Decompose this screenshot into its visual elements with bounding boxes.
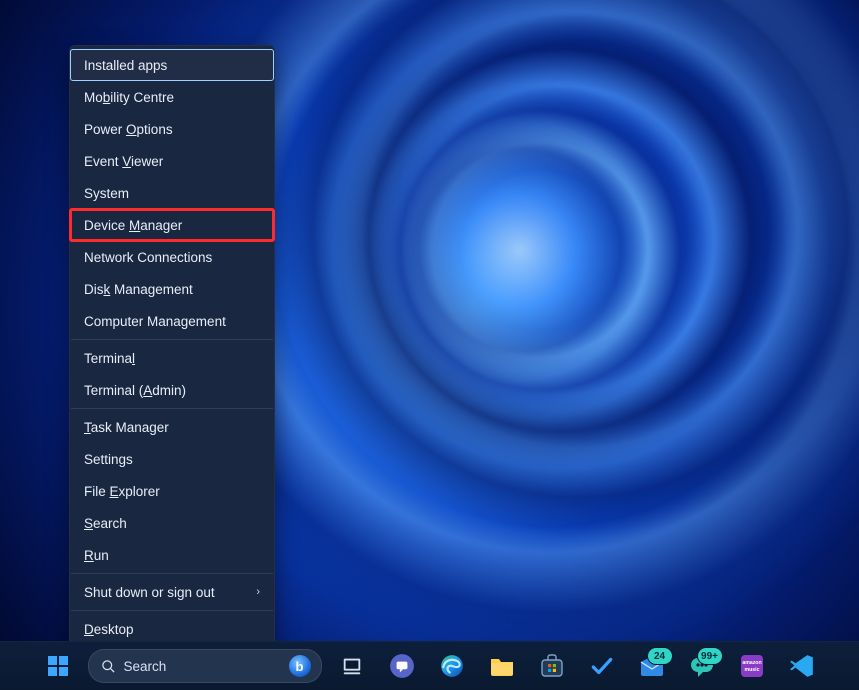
menu-item-shutdown[interactable]: Shut down or sign out ›	[70, 576, 274, 608]
svg-text:amazon: amazon	[742, 660, 761, 666]
vscode-button[interactable]	[782, 646, 822, 686]
mail-badge: 24	[648, 648, 672, 664]
menu-item-label: Event Viewer	[84, 154, 163, 169]
start-button[interactable]	[38, 646, 78, 686]
task-view-button[interactable]	[332, 646, 372, 686]
menu-item-label: Search	[84, 516, 127, 531]
menu-item-label: Shut down or sign out	[84, 585, 215, 600]
chevron-right-icon: ›	[256, 586, 260, 598]
menu-item-label: File Explorer	[84, 484, 160, 499]
menu-item-label: Computer Management	[84, 314, 226, 329]
amazon-music-button[interactable]: amazon music	[732, 646, 772, 686]
menu-item-event-viewer[interactable]: Event Viewer	[70, 145, 274, 177]
menu-item-settings[interactable]: Settings	[70, 443, 274, 475]
chat-button[interactable]	[382, 646, 422, 686]
menu-item-label: Run	[84, 548, 109, 563]
search-placeholder: Search	[124, 659, 167, 674]
menu-item-file-explorer[interactable]: File Explorer	[70, 475, 274, 507]
menu-item-disk-management[interactable]: Disk Management	[70, 273, 274, 305]
todo-button[interactable]	[582, 646, 622, 686]
menu-item-label: System	[84, 186, 129, 201]
menu-item-installed-apps[interactable]: Installed apps	[70, 49, 274, 81]
menu-item-system[interactable]: System	[70, 177, 274, 209]
microsoft-store-button[interactable]	[532, 646, 572, 686]
svg-text:music: music	[744, 667, 759, 673]
menu-item-label: Installed apps	[84, 58, 167, 73]
menu-separator	[71, 339, 273, 340]
menu-item-label: Disk Management	[84, 282, 193, 297]
menu-item-label: Task Manager	[84, 420, 169, 435]
menu-item-label: Desktop	[84, 622, 134, 637]
menu-item-network-connections[interactable]: Network Connections	[70, 241, 274, 273]
search-icon	[101, 659, 116, 674]
mail-button[interactable]: 24	[632, 646, 672, 686]
menu-item-label: Device Manager	[84, 218, 182, 233]
menu-item-label: Settings	[84, 452, 133, 467]
taskbar-search[interactable]: Search b	[88, 649, 322, 683]
menu-item-power-options[interactable]: Power Options	[70, 113, 274, 145]
file-explorer-button[interactable]	[482, 646, 522, 686]
menu-item-label: Mobility Centre	[84, 90, 174, 105]
teams-badge: 99+	[698, 648, 722, 664]
menu-item-task-manager[interactable]: Task Manager	[70, 411, 274, 443]
taskbar: Search b	[0, 641, 859, 690]
menu-item-mobility-centre[interactable]: Mobility Centre	[70, 81, 274, 113]
menu-item-search[interactable]: Search	[70, 507, 274, 539]
menu-item-terminal-admin[interactable]: Terminal (Admin)	[70, 374, 274, 406]
menu-item-label: Terminal	[84, 351, 135, 366]
menu-item-label: Terminal (Admin)	[84, 383, 186, 398]
power-user-context-menu: Installed apps Mobility Centre Power Optio…	[69, 45, 275, 649]
edge-button[interactable]	[432, 646, 472, 686]
teams-chat-button[interactable]: 99+	[682, 646, 722, 686]
menu-item-terminal[interactable]: Terminal	[70, 342, 274, 374]
menu-item-label: Power Options	[84, 122, 173, 137]
menu-separator	[71, 573, 273, 574]
menu-separator	[71, 408, 273, 409]
menu-item-label: Network Connections	[84, 250, 212, 265]
menu-item-computer-management[interactable]: Computer Management	[70, 305, 274, 337]
menu-item-run[interactable]: Run	[70, 539, 274, 571]
bing-icon: b	[289, 655, 311, 677]
menu-separator	[71, 610, 273, 611]
menu-item-device-manager[interactable]: Device Manager	[70, 209, 274, 241]
